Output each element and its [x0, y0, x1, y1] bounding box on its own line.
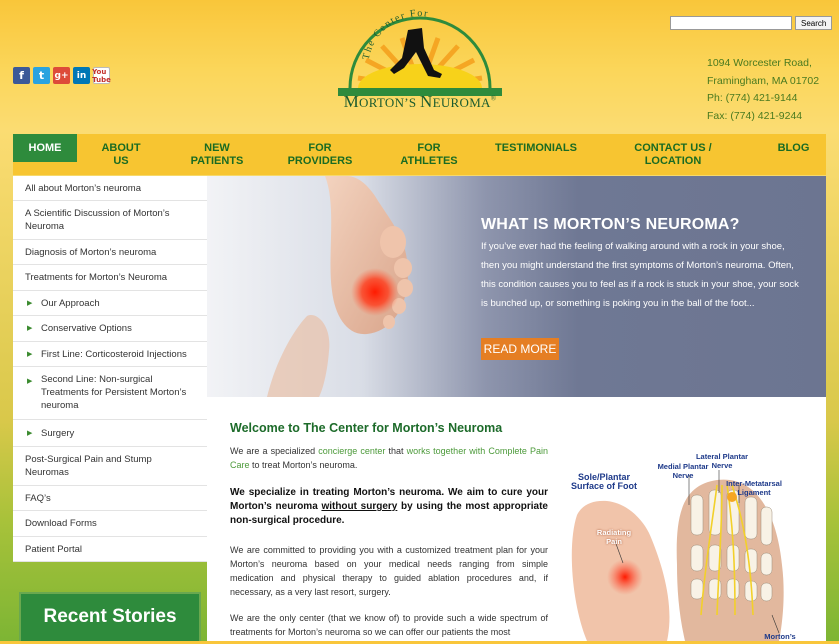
main-content: Welcome to The Center for Morton’s Neuro…	[207, 397, 826, 641]
label-radiating-pain: Radiating Pain	[596, 528, 632, 546]
triangle-right-icon: ▶	[27, 299, 33, 307]
foot-anatomy-diagram: Sole/Plantar Surface of Foot Radiating P…	[567, 445, 817, 641]
sidebar-item-conservative-options[interactable]: ▶ Conservative Options	[13, 316, 207, 342]
nav-testimonials[interactable]: TESTIMONIALS	[487, 134, 585, 175]
nav-new-patients[interactable]: NEW PATIENTS	[165, 134, 269, 175]
triangle-right-icon: ▶	[27, 429, 33, 437]
nav-blog[interactable]: BLOG	[761, 134, 826, 175]
search-form: Search	[670, 16, 833, 30]
search-input[interactable]	[670, 16, 792, 30]
label-lateral-plantar: Lateral Plantar Nerve	[695, 452, 749, 470]
address-city: Framingham, MA 01702	[707, 74, 820, 87]
foot-photo	[267, 176, 413, 397]
google-plus-icon[interactable]: g+	[53, 67, 70, 84]
facebook-icon[interactable]: f	[13, 67, 30, 84]
contact-address: 1094 Worcester Road, Framingham, MA 0170…	[707, 55, 819, 125]
commitment-paragraph: We are committed to providing you with a…	[230, 545, 548, 597]
label-inter-metatarsal: Inter-Metatarsal Ligament	[726, 479, 782, 497]
linkedin-icon[interactable]: in	[73, 67, 90, 84]
nav-contact-us[interactable]: CONTACT US / LOCATION	[585, 134, 761, 175]
specialize-paragraph: We specialize in treating Morton’s neuro…	[230, 487, 548, 526]
sidebar-item-treatments[interactable]: Treatments for Morton’s Neuroma	[13, 265, 207, 291]
site-header: f t g+ in You Tube The Center For MORTON…	[0, 0, 839, 133]
triangle-right-icon: ▶	[27, 350, 33, 358]
hero-title: WHAT IS MORTON’S NEUROMA?	[481, 216, 740, 233]
twitter-icon[interactable]: t	[33, 67, 50, 84]
nav-for-providers[interactable]: FOR PROVIDERS	[269, 134, 371, 175]
sidebar-item-our-approach[interactable]: ▶ Our Approach	[13, 291, 207, 316]
intro-paragraph: We are a specialized concierge center th…	[230, 446, 548, 470]
sidebar-item-post-surgical[interactable]: Post-Surgical Pain and Stump Neuromas	[13, 447, 207, 486]
recent-stories-heading: Recent Stories	[19, 592, 201, 641]
hero-text: If you’ve ever had the feeling of walkin…	[481, 241, 799, 309]
sidebar-item-download-forms[interactable]: Download Forms	[13, 511, 207, 537]
social-links: f t g+ in You Tube	[13, 67, 111, 84]
youtube-icon[interactable]: You Tube	[92, 67, 111, 84]
concierge-center-link[interactable]: concierge center	[318, 446, 385, 456]
triangle-right-icon: ▶	[27, 378, 33, 385]
page-title: Welcome to The Center for Morton’s Neuro…	[230, 421, 503, 435]
sidebar-item-faqs[interactable]: FAQ’s	[13, 486, 207, 511]
search-button[interactable]: Search	[795, 16, 833, 30]
sidebar-item-surgery[interactable]: ▶ Surgery	[13, 420, 207, 447]
nav-home[interactable]: HOME	[13, 134, 77, 162]
sidebar-item-patient-portal[interactable]: Patient Portal	[13, 537, 207, 562]
label-sole: Sole/Plantar Surface of Foot	[570, 472, 637, 491]
sidebar-item-all-about[interactable]: All about Morton’s neuroma	[13, 176, 207, 201]
address-phone[interactable]: Ph: (774) 421-9144	[707, 90, 819, 108]
hero-banner: WHAT IS MORTON’S NEUROMA? If you’ve ever…	[207, 176, 826, 397]
label-mortons: Morton’s	[764, 632, 796, 641]
nav-about-us[interactable]: ABOUT US	[77, 134, 165, 175]
triangle-right-icon: ▶	[27, 325, 33, 332]
read-more-button[interactable]: READ MORE	[481, 338, 559, 360]
address-fax: Fax: (774) 421-9244	[707, 109, 803, 122]
nav-for-athletes[interactable]: FOR ATHLETES	[371, 134, 487, 175]
sidebar-item-diagnosis[interactable]: Diagnosis of Morton’s neuroma	[13, 240, 207, 265]
logo-title: MORTON’S NEUROMA®	[343, 92, 497, 111]
spectrum-paragraph: We are the only center (that we know of)…	[230, 613, 548, 637]
address-street: 1094 Worcester Road,	[707, 57, 812, 69]
sidebar-item-scientific-discussion[interactable]: A Scientific Discussion of Morton’s Neur…	[13, 201, 207, 240]
site-logo[interactable]: The Center For MORTON’S NEUROMA®	[338, 8, 502, 120]
logo-emblem: The Center For	[338, 8, 502, 112]
main-nav: HOME ABOUT US NEW PATIENTS FOR PROVIDERS…	[13, 134, 826, 175]
sidebar-item-second-line[interactable]: ▶ Second Line: Non-surgical Treatments fo…	[13, 367, 207, 420]
sidebar-item-corticosteroid[interactable]: ▶ First Line: Corticosteroid Injections	[13, 342, 207, 367]
sidebar: All about Morton’s neuroma A Scientific …	[13, 176, 207, 562]
